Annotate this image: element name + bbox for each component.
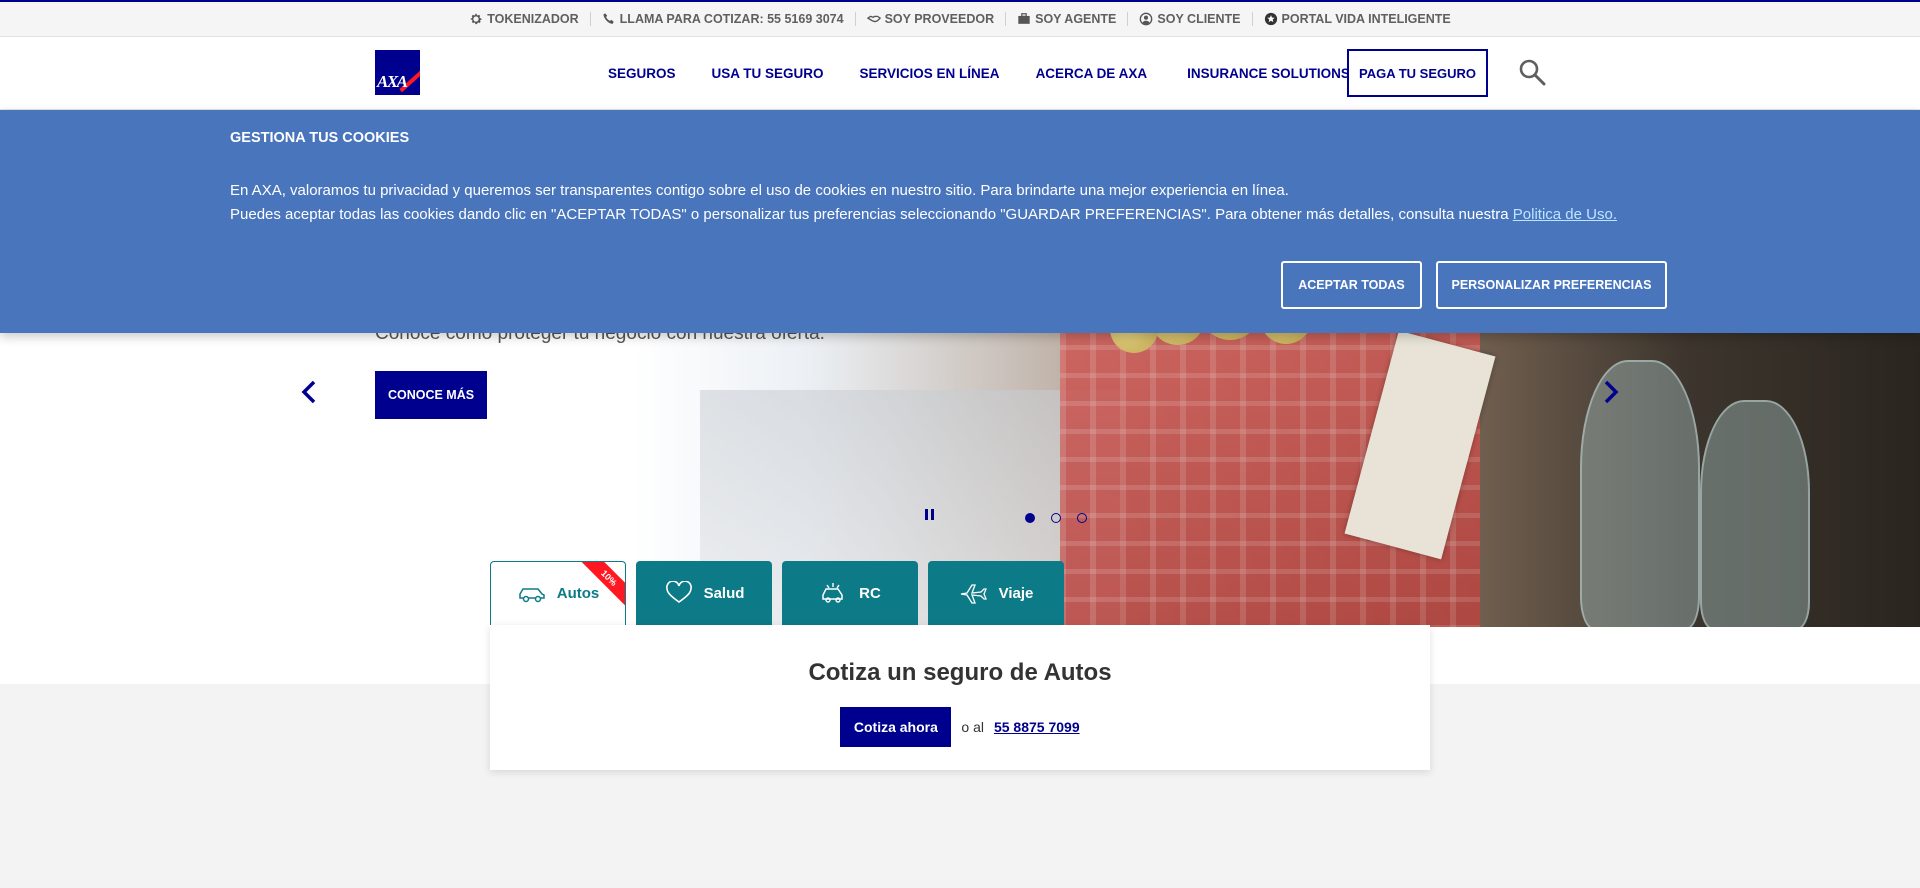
cookie-text-2-body: Puedes aceptar todas las cookies dando c… [230,206,1509,223]
carousel-prev-button[interactable] [294,372,324,412]
car-icon [519,587,545,602]
tab-salud[interactable]: Salud [636,561,772,625]
cookie-banner: GESTIONA TUS COOKIES En AXA, valoramos t… [0,110,1920,333]
carousel-next-button[interactable] [1596,372,1626,412]
utility-link-agente[interactable]: SOY AGENTE [1006,12,1127,26]
carousel-pause-button[interactable] [925,509,937,523]
product-tabs: Autos 10% Salud RC Viaje [490,561,1064,625]
tab-label: RC [859,584,881,602]
cotiza-ahora-button[interactable]: Cotiza ahora [840,707,952,747]
utility-bar: TOKENIZADOR LLAMA PARA COTIZAR: 55 5169 … [0,0,1920,37]
customize-cookies-button[interactable]: PERSONALIZAR PREFERENCIAS [1436,261,1667,309]
phone-icon [602,13,614,24]
utility-link-label: SOY PROVEEDOR [884,12,995,26]
gear-icon [470,13,482,25]
heart-icon [665,581,692,603]
quote-phone-link[interactable]: 55 8875 7099 [994,719,1080,735]
nav-item-seguros[interactable]: SEGUROS [608,66,676,81]
nav-item-servicios-en-linea[interactable]: SERVICIOS EN LÍNEA [860,66,1000,81]
utility-link-label: SOY CLIENTE [1157,12,1241,26]
accept-all-cookies-button[interactable]: ACEPTAR TODAS [1281,261,1422,309]
handshake-icon [866,15,881,23]
quote-actions: Cotiza ahora o al 55 8875 7099 [490,707,1430,747]
search-icon[interactable] [1518,58,1546,86]
utility-link-label: TOKENIZADOR [487,12,579,26]
pay-insurance-button[interactable]: PAGA TU SEGURO [1347,49,1488,97]
utility-link-phone[interactable]: LLAMA PARA COTIZAR: 55 5169 3074 [591,12,855,26]
utility-link-label: LLAMA PARA COTIZAR: 55 5169 3074 [619,12,844,26]
utility-link-tokenizador[interactable]: TOKENIZADOR [458,12,589,26]
star-circle-icon [1264,12,1277,26]
pause-icon [925,509,928,520]
main-header: AXA SEGUROS USA TU SEGURO SERVICIOS EN L… [0,37,1920,110]
or-text: o al [961,719,984,735]
briefcase-icon [1018,13,1030,24]
main-nav: SEGUROS USA TU SEGURO SERVICIOS EN LÍNEA… [608,37,1407,110]
tab-autos[interactable]: Autos 10% [490,561,626,625]
axa-logo[interactable]: AXA [375,50,420,95]
nav-item-acerca-de-axa[interactable]: ACERCA DE AXA [1036,66,1148,81]
utility-link-label: PORTAL VIDA INTELIGENTE [1281,12,1451,26]
utility-links: TOKENIZADOR LLAMA PARA COTIZAR: 55 5169 … [458,12,1462,26]
chevron-right-icon [1604,380,1619,404]
tab-label: Viaje [998,584,1034,602]
privacy-policy-link[interactable]: Politica de Uso. [1513,206,1617,223]
tab-label: Autos [556,585,600,602]
cookie-text-1: En AXA, valoramos tu privacidad y querem… [230,182,1289,199]
utility-link-label: SOY AGENTE [1035,12,1117,26]
carousel-dot-3[interactable] [1077,513,1087,523]
carousel-dots [1025,513,1087,523]
hero-bottle-image [1700,400,1810,627]
cookie-text-2: Puedes aceptar todas las cookies dando c… [230,206,1617,223]
carousel-dot-1[interactable] [1025,513,1035,523]
quote-card: Cotiza un seguro de Autos Cotiza ahora o… [490,625,1430,770]
tab-rc[interactable]: RC [782,561,918,625]
user-circle-icon [1140,12,1153,26]
airplane-icon [960,584,987,604]
utility-link-proveedor[interactable]: SOY PROVEEDOR [856,12,1006,26]
tab-label: Salud [703,584,745,602]
quote-title: Cotiza un seguro de Autos [808,659,1112,686]
nav-item-insurance-solutions[interactable]: INSURANCE SOLUTIONS [1187,66,1371,81]
carousel-dot-2[interactable] [1051,513,1061,523]
car-crash-icon [822,583,843,603]
tab-viaje[interactable]: Viaje [928,561,1064,625]
cookie-title: GESTIONA TUS COOKIES [230,130,410,146]
chevron-left-icon [301,380,316,404]
utility-link-vida-inteligente[interactable]: PORTAL VIDA INTELIGENTE [1253,12,1462,26]
nav-item-usa-tu-seguro[interactable]: USA TU SEGURO [712,66,824,81]
nav-item-label: INSURANCE SOLUTIONS [1187,66,1350,81]
conoce-mas-button[interactable]: CONOCE MÁS [375,371,487,419]
logo-text: AXA [377,72,408,91]
utility-link-cliente[interactable]: SOY CLIENTE [1128,12,1251,26]
